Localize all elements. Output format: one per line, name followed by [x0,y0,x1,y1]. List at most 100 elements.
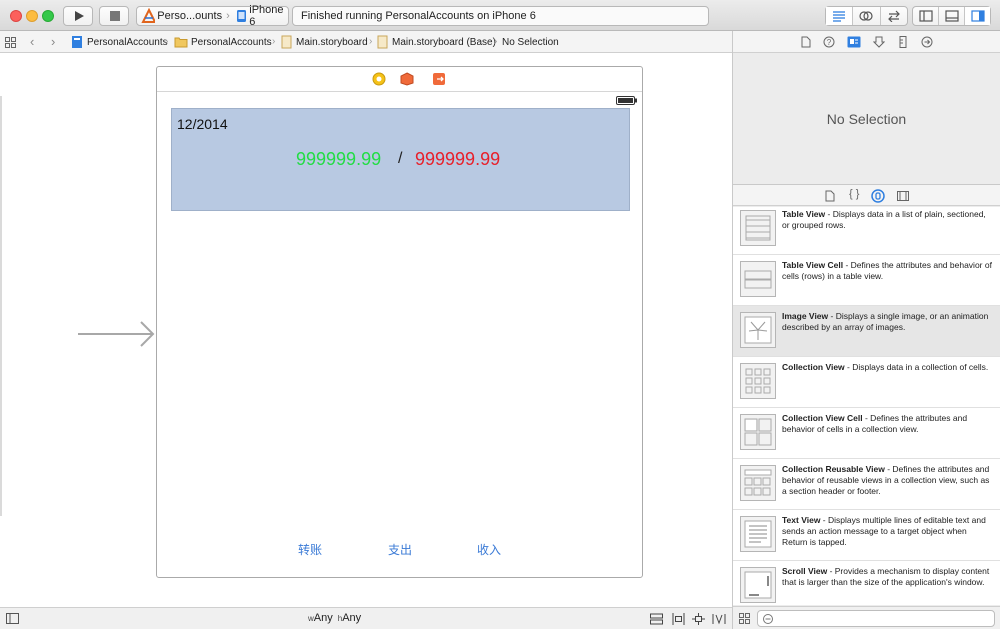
breadcrumb-label: Main.storyboard (Base) [392,36,496,48]
resolve-auto-layout-icon[interactable] [712,613,726,625]
quick-help-icon[interactable]: ? [823,36,835,48]
forward-arrow-icon[interactable]: › [51,34,55,49]
text-view-icon [740,516,776,552]
view-controller-icon[interactable] [372,72,386,86]
object-library-icon[interactable] [871,189,885,203]
toolbar: Perso...ounts › iPhone 6 Finished runnin… [0,0,1000,31]
pin-icon[interactable] [692,613,705,625]
size-class-height: Any [342,612,362,624]
view-controller-scene[interactable]: 12/2014 999999.99 / 999999.99 转账 支出 收入 [156,66,643,578]
standard-editor-button[interactable] [826,7,854,25]
scene-dock [157,67,642,92]
library-item-name: Collection View Cell [782,413,863,423]
stack-views-icon[interactable] [650,613,663,625]
version-arrows-icon [887,10,900,22]
library-item-name: Text View [782,515,821,525]
minimize-window-button[interactable] [26,10,38,22]
connections-inspector-icon[interactable] [921,36,933,48]
canvas-edge [0,96,2,516]
grid-view-toggle-icon[interactable] [739,613,750,624]
activity-status-text: Finished running PersonalAccounts on iPh… [301,10,536,22]
income-button[interactable]: 收入 [477,541,501,558]
utilities-panel: ? No Selection { } Table View - Displays… [732,31,1000,629]
storyboard-canvas[interactable]: 12/2014 999999.99 / 999999.99 转账 支出 收入 [0,54,732,606]
library-item-collection-reusable-view[interactable]: Collection Reusable View - Defines the a… [733,459,1000,510]
library-item-image-view[interactable]: Image View - Displays a single image, or… [733,306,1000,357]
library-item-name: Table View Cell [782,260,844,270]
library-item-text: Image View - Displays a single image, or… [782,311,992,333]
library-item-collection-view-cell[interactable]: Collection View Cell - Defines the attri… [733,408,1000,459]
iphone-device-icon [236,10,246,22]
library-item-name: Collection Reusable View [782,464,885,474]
no-selection-label: No Selection [826,110,907,127]
library-item-text: Scroll View - Provides a mechanism to di… [782,566,992,588]
library-item-collection-view[interactable]: Collection View - Displays data in a col… [733,357,1000,408]
bottom-panel-icon [944,10,959,22]
separator-label: / [398,150,403,167]
library-item-text: Text View - Displays multiple lines of e… [782,515,992,548]
size-inspector-icon[interactable] [899,36,907,48]
breadcrumb-group[interactable]: PersonalAccounts [174,31,272,53]
version-editor-button[interactable] [881,7,907,25]
file-template-library-icon[interactable] [825,190,835,202]
zoom-window-button[interactable] [42,10,54,22]
exit-icon[interactable] [432,72,446,86]
summary-header-view[interactable]: 12/2014 999999.99 / 999999.99 [171,108,630,211]
inspector-tab-bar: ? [733,31,1000,53]
library-item-name: Collection View [782,362,845,372]
stop-button[interactable] [99,6,129,26]
first-responder-icon[interactable] [400,72,414,86]
chevron-right-icon: › [369,36,373,47]
size-class-width: Any [313,612,333,624]
chevron-right-icon: › [494,36,498,47]
stop-icon [110,11,120,21]
back-arrow-icon[interactable]: ‹ [30,34,34,49]
activity-status-bar: Finished running PersonalAccounts on iPh… [292,6,709,26]
file-inspector-icon[interactable] [801,36,811,48]
chevron-right-icon: › [226,10,230,22]
battery-icon [616,96,637,105]
code-snippet-library-icon[interactable]: { } [849,188,859,200]
debug-area-toggle-button[interactable] [939,7,965,25]
project-file-icon [72,36,82,48]
library-filter-field[interactable] [757,610,995,627]
breadcrumb-label: Main.storyboard [296,36,368,48]
panel-visibility-control [912,6,991,26]
library-item-text: Collection View Cell - Defines the attri… [782,413,992,435]
library-item-text: Table View - Displays data in a list of … [782,209,992,231]
library-item-table-view[interactable]: Table View - Displays data in a list of … [733,207,1000,255]
breadcrumb-label: No Selection [502,36,559,48]
run-button[interactable] [63,6,93,26]
library-item-scroll-view[interactable]: Scroll View - Provides a mechanism to di… [733,561,1000,605]
initial-view-controller-arrow-icon[interactable] [78,319,158,349]
document-outline-toggle-icon[interactable] [6,613,19,624]
breadcrumb-storyboard-base[interactable]: Main.storyboard (Base) [377,31,496,53]
attributes-inspector-icon[interactable] [873,36,885,48]
scheme-selector[interactable]: Perso...ounts › iPhone 6 [136,4,289,28]
library-item-name: Scroll View [782,566,828,576]
identity-inspector-icon[interactable] [847,36,861,48]
size-class-selector[interactable]: w Any h Any [308,612,361,624]
breadcrumb-selection[interactable]: No Selection [502,31,559,53]
image-view-icon [740,312,776,348]
navigator-toggle-button[interactable] [913,7,939,25]
income-total-label: 999999.99 [296,149,382,169]
folder-icon [174,37,188,48]
transfer-button[interactable]: 转账 [298,541,322,558]
library-item-text-view[interactable]: Text View - Displays multiple lines of e… [733,510,1000,561]
close-window-button[interactable] [10,10,22,22]
library-item-text: Collection Reusable View - Defines the a… [782,464,992,497]
object-library-list[interactable]: Table View - Displays data in a list of … [733,207,1000,605]
collection-view-cell-icon [740,414,776,450]
breadcrumb-project[interactable]: PersonalAccounts [71,31,168,53]
assistant-editor-button[interactable] [853,7,881,25]
align-icon[interactable] [672,613,685,625]
play-icon [75,11,84,21]
media-library-icon[interactable] [897,190,909,202]
library-tab-bar: { } [733,184,1000,206]
breadcrumb-storyboard[interactable]: Main.storyboard [281,31,368,53]
utilities-toggle-button[interactable] [965,7,990,25]
library-item-table-view-cell[interactable]: Table View Cell - Defines the attributes… [733,255,1000,306]
related-items-grid-icon[interactable] [5,37,16,48]
expense-button[interactable]: 支出 [388,541,412,558]
